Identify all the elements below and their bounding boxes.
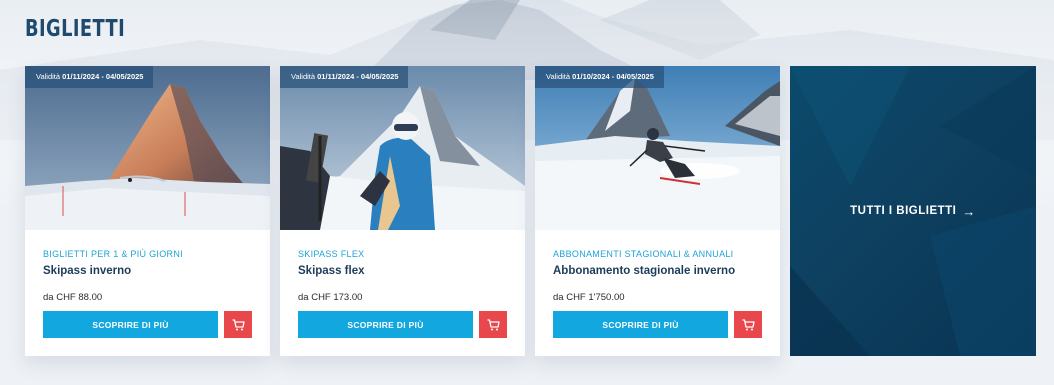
add-to-cart-button[interactable] — [734, 311, 762, 338]
cart-icon — [742, 318, 755, 330]
ticket-category: SKIPASS FLEX — [298, 249, 365, 259]
validity-badge: Validità 01/11/2024 - 04/05/2025 — [280, 66, 409, 88]
carving-skier-image — [535, 66, 780, 230]
page-title: BIGLIETTI — [25, 16, 126, 42]
all-tickets-link[interactable]: TUTTI I BIGLIETTI → — [790, 66, 1036, 356]
cart-icon — [232, 318, 245, 330]
ticket-price: da CHF 1'750.00 — [553, 292, 625, 303]
sunlit-matterhorn-image — [25, 66, 270, 230]
ticket-title: Skipass inverno — [43, 265, 132, 277]
arrow-right-icon: → — [962, 203, 976, 219]
add-to-cart-button[interactable] — [479, 311, 507, 338]
cart-icon — [487, 318, 500, 330]
ticket-category: ABBONAMENTI STAGIONALI & ANNUALI — [553, 249, 734, 259]
ticket-category: BIGLIETTI PER 1 & PIÙ GIORNI — [43, 249, 183, 259]
validity-badge: Validità 01/11/2024 - 04/05/2025 — [25, 66, 154, 88]
discover-more-button[interactable]: SCOPRIRE DI PIÙ — [553, 311, 728, 338]
discover-more-button[interactable]: SCOPRIRE DI PIÙ — [298, 311, 473, 338]
ticket-title: Abbonamento stagionale inverno — [553, 265, 736, 277]
validity-badge: Validità 01/10/2024 - 04/05/2025 — [535, 66, 664, 88]
skier-helmet-image — [280, 66, 525, 230]
ticket-image: Validità 01/11/2024 - 04/05/2025 — [280, 66, 525, 230]
ticket-cards: Validità 01/11/2024 - 04/05/2025 BIGLIET… — [25, 66, 1036, 356]
all-tickets-label: TUTTI I BIGLIETTI — [850, 205, 957, 217]
add-to-cart-button[interactable] — [224, 311, 252, 338]
ticket-price: da CHF 88.00 — [43, 292, 103, 303]
ticket-card: Validità 01/11/2024 - 04/05/2025 SKIPASS… — [280, 66, 525, 356]
ticket-card: Validità 01/11/2024 - 04/05/2025 BIGLIET… — [25, 66, 270, 356]
ticket-price: da CHF 173.00 — [298, 292, 363, 303]
discover-more-button[interactable]: SCOPRIRE DI PIÙ — [43, 311, 218, 338]
ticket-title: Skipass flex — [298, 265, 365, 277]
ticket-image: Validità 01/11/2024 - 04/05/2025 — [25, 66, 270, 230]
ticket-image: Validità 01/10/2024 - 04/05/2025 — [535, 66, 780, 230]
ticket-card: Validità 01/10/2024 - 04/05/2025 ABBONAM… — [535, 66, 780, 356]
